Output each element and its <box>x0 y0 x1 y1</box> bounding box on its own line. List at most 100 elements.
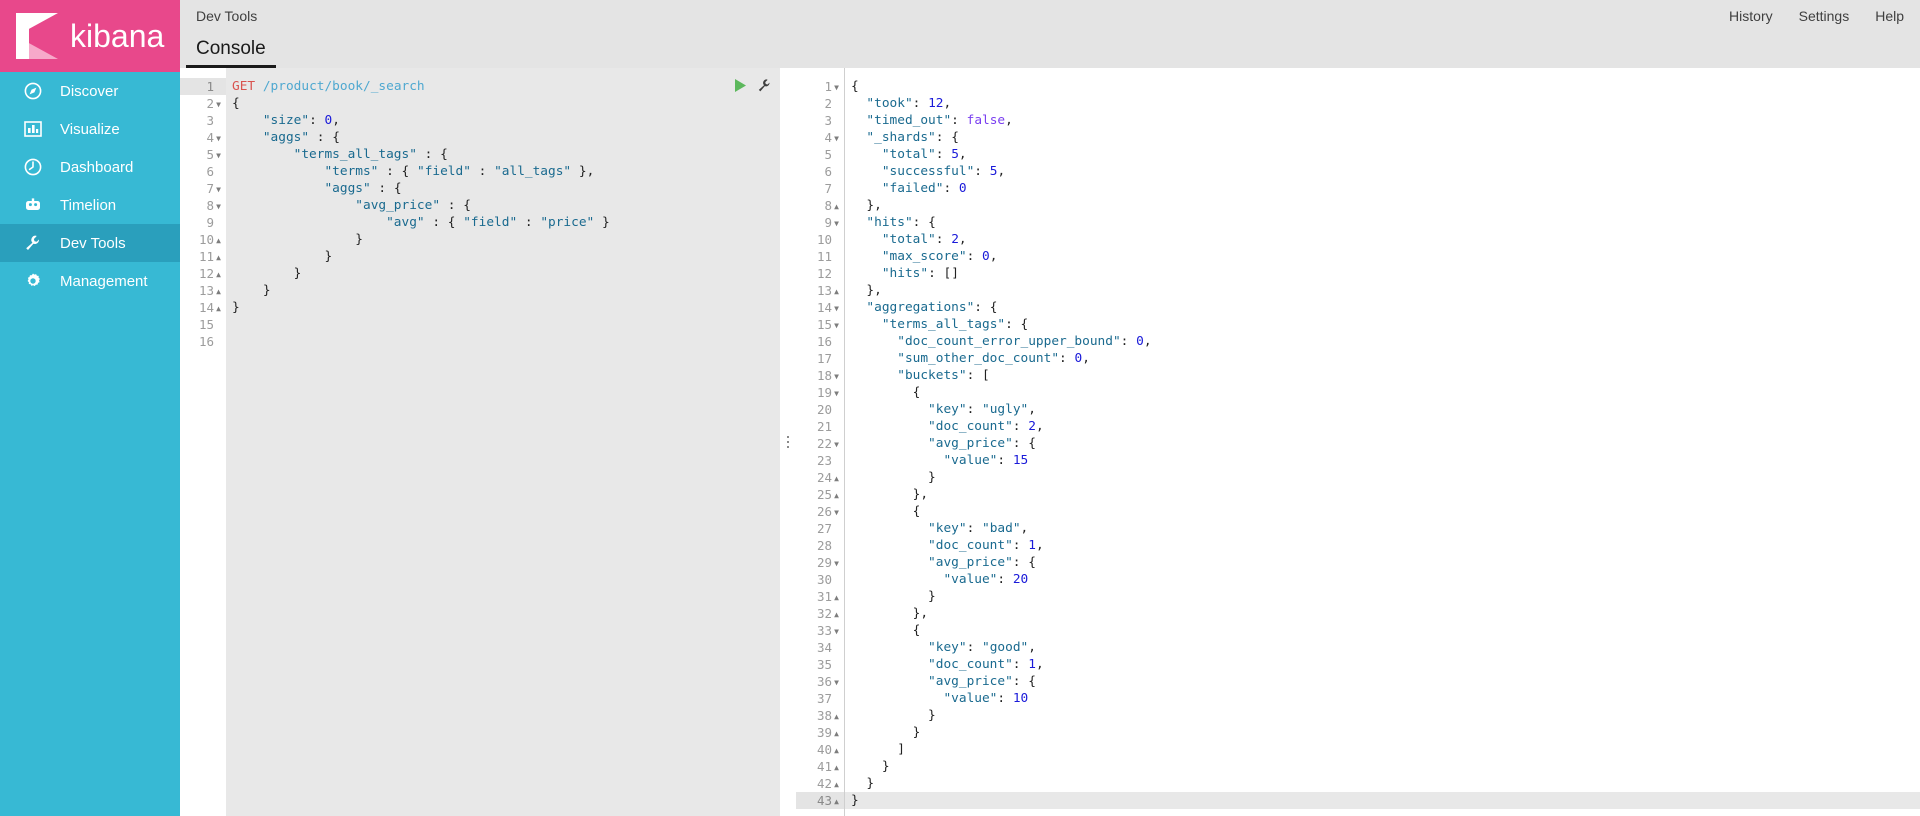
gutter-line[interactable]: 22 ▼ <box>796 435 844 452</box>
gutter-line[interactable]: 24 ▲ <box>796 469 844 486</box>
gutter-line[interactable]: 30▼ <box>796 571 844 588</box>
gutter-line[interactable]: 31 ▲ <box>796 588 844 605</box>
code-line[interactable]: } <box>845 469 1920 486</box>
gutter-line[interactable]: 12▼ <box>796 265 844 282</box>
code-line[interactable]: "doc_count": 1, <box>845 537 1920 554</box>
request-editor[interactable]: 1▼2▼3▼4▼5▼6▼7▼8▼9▼10▲11▲12▲13▲14▲15▼16▼ … <box>180 68 780 816</box>
gutter-line[interactable]: 38 ▲ <box>796 707 844 724</box>
fold-open-icon[interactable]: ▼ <box>832 79 841 96</box>
fold-close-icon[interactable]: ▲ <box>214 249 223 266</box>
gutter-line[interactable]: 27▼ <box>796 520 844 537</box>
gutter-line[interactable]: 5▼ <box>796 146 844 163</box>
code-line[interactable]: "failed": 0 <box>845 180 1920 197</box>
fold-open-icon[interactable]: ▼ <box>214 96 223 113</box>
pane-splitter[interactable] <box>780 68 796 816</box>
fold-open-icon[interactable]: ▼ <box>832 385 841 402</box>
fold-close-icon[interactable]: ▲ <box>214 283 223 300</box>
code-line[interactable]: }, <box>845 197 1920 214</box>
fold-open-icon[interactable]: ▼ <box>832 623 841 640</box>
fold-open-icon[interactable]: ▼ <box>832 368 841 385</box>
sidebar-item-timelion[interactable]: Timelion <box>0 186 180 224</box>
gutter-line[interactable]: 1▼ <box>796 78 844 95</box>
gutter-line[interactable]: 9▼ <box>796 214 844 231</box>
gutter-line[interactable]: 4 ▼ <box>796 129 844 146</box>
fold-close-icon[interactable]: ▲ <box>832 283 841 300</box>
code-line[interactable]: "sum_other_doc_count": 0, <box>845 350 1920 367</box>
gutter-line[interactable]: 16▼ <box>180 333 226 350</box>
code-line[interactable]: "key": "ugly", <box>845 401 1920 418</box>
code-line[interactable]: { <box>845 384 1920 401</box>
code-line[interactable]: } <box>845 758 1920 775</box>
code-line[interactable]: ] <box>845 741 1920 758</box>
code-line[interactable] <box>226 316 780 333</box>
fold-open-icon[interactable]: ▼ <box>832 215 841 232</box>
gutter-line[interactable]: 25 ▲ <box>796 486 844 503</box>
history-link[interactable]: History <box>1729 8 1773 24</box>
fold-open-icon[interactable]: ▼ <box>214 198 223 215</box>
code-line[interactable]: "terms" : { "field" : "all_tags" }, <box>226 163 780 180</box>
code-line[interactable]: "avg_price": { <box>845 435 1920 452</box>
code-line[interactable]: }, <box>845 282 1920 299</box>
request-code[interactable]: GET /product/book/_search{ "size": 0, "a… <box>226 68 780 816</box>
code-line[interactable]: GET /product/book/_search <box>226 78 780 95</box>
code-line[interactable]: "doc_count": 2, <box>845 418 1920 435</box>
fold-close-icon[interactable]: ▲ <box>214 300 223 317</box>
code-line[interactable]: } <box>845 707 1920 724</box>
gutter-line[interactable]: 43 ▲ <box>796 792 844 809</box>
fold-open-icon[interactable]: ▼ <box>832 555 841 572</box>
fold-close-icon[interactable]: ▲ <box>832 470 841 487</box>
gutter-line[interactable]: 2▼ <box>180 95 226 112</box>
code-line[interactable]: } <box>845 724 1920 741</box>
gutter-line[interactable]: 12 ▲ <box>180 265 226 282</box>
gutter-line[interactable]: 23▼ <box>796 452 844 469</box>
fold-open-icon[interactable]: ▼ <box>832 674 841 691</box>
code-line[interactable]: "avg_price": { <box>845 673 1920 690</box>
fold-close-icon[interactable]: ▲ <box>832 198 841 215</box>
gutter-line[interactable]: 15▼ <box>796 316 844 333</box>
code-line[interactable]: "max_score": 0, <box>845 248 1920 265</box>
fold-open-icon[interactable]: ▼ <box>832 436 841 453</box>
gutter-line[interactable]: 3▼ <box>796 112 844 129</box>
code-line[interactable]: } <box>845 792 1920 809</box>
gutter-line[interactable]: 10 ▲ <box>180 231 226 248</box>
code-line[interactable]: "key": "bad", <box>845 520 1920 537</box>
gutter-line[interactable]: 8 ▼ <box>180 197 226 214</box>
code-line[interactable]: } <box>226 231 780 248</box>
code-line[interactable]: "value": 20 <box>845 571 1920 588</box>
code-line[interactable]: } <box>845 588 1920 605</box>
fold-close-icon[interactable]: ▲ <box>832 759 841 776</box>
tab-console[interactable]: Console <box>186 38 276 68</box>
gutter-line[interactable]: 9▼ <box>180 214 226 231</box>
sidebar-item-visualize[interactable]: Visualize <box>0 110 180 148</box>
code-line[interactable]: "avg_price": { <box>845 554 1920 571</box>
gutter-line[interactable]: 13 ▲ <box>180 282 226 299</box>
fold-open-icon[interactable]: ▼ <box>214 181 223 198</box>
code-line[interactable]: "size": 0, <box>226 112 780 129</box>
code-line[interactable]: { <box>845 503 1920 520</box>
fold-open-icon[interactable]: ▼ <box>214 147 223 164</box>
fold-close-icon[interactable]: ▲ <box>214 232 223 249</box>
gutter-line[interactable]: 42 ▲ <box>796 775 844 792</box>
gutter-line[interactable]: 13 ▲ <box>796 282 844 299</box>
fold-close-icon[interactable]: ▲ <box>214 266 223 283</box>
code-line[interactable]: "key": "good", <box>845 639 1920 656</box>
sidebar-item-discover[interactable]: Discover <box>0 72 180 110</box>
fold-open-icon[interactable]: ▼ <box>214 130 223 147</box>
gutter-line[interactable]: 1▼ <box>180 78 226 95</box>
code-line[interactable]: } <box>226 299 780 316</box>
code-line[interactable]: "terms_all_tags" : { <box>226 146 780 163</box>
gutter-line[interactable]: 39 ▲ <box>796 724 844 741</box>
code-line[interactable]: } <box>226 282 780 299</box>
gutter-line[interactable]: 10▼ <box>796 231 844 248</box>
code-line[interactable]: "avg_price" : { <box>226 197 780 214</box>
gutter-line[interactable]: 11▼ <box>796 248 844 265</box>
code-line[interactable]: } <box>845 775 1920 792</box>
wrench-icon[interactable] <box>757 78 772 93</box>
gutter-line[interactable]: 35▼ <box>796 656 844 673</box>
gutter-line[interactable]: 14 ▼ <box>796 299 844 316</box>
gutter-line[interactable]: 15▼ <box>180 316 226 333</box>
code-line[interactable]: { <box>845 78 1920 95</box>
code-line[interactable]: "avg" : { "field" : "price" } <box>226 214 780 231</box>
code-line[interactable]: "aggs" : { <box>226 129 780 146</box>
fold-close-icon[interactable]: ▲ <box>832 793 841 810</box>
